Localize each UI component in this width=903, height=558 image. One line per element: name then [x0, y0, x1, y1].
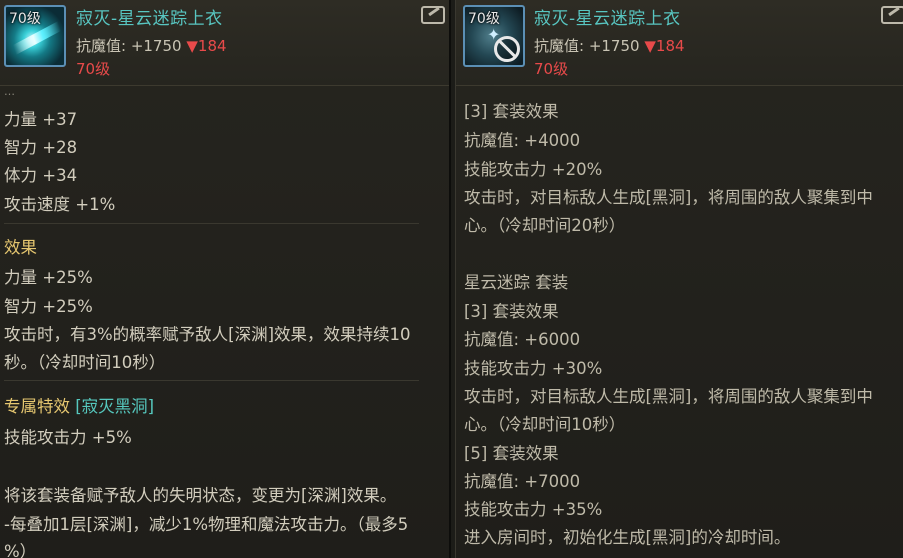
divider: [4, 380, 419, 381]
set-effect-line: 抗魔值: +4000: [464, 131, 581, 150]
effect-title: 效果: [4, 238, 37, 257]
set-effect-line: 技能攻击力 +30%: [464, 359, 603, 378]
stat-line: 攻击速度 +1%: [4, 195, 116, 214]
stat-diff: ▼184: [644, 37, 685, 55]
tooltip-header: 70级 ✦ 寂灭-星云迷踪上衣 抗魔值: +1750 ▼184 70级: [456, 0, 903, 86]
required-level: 70级: [76, 60, 111, 78]
required-level: 70级: [534, 60, 569, 78]
set-effect-line: [5] 套装效果: [464, 444, 559, 463]
exclusive-name: [寂灭黑洞]: [75, 397, 155, 416]
set-effect-line: 攻击时，对目标敌人生成[黑洞]，将周围的敌人聚集到中: [464, 188, 873, 207]
tooltip-header: 70级 寂灭-星云迷踪上衣 抗魔值: +1750 ▼184 70级: [0, 0, 449, 86]
item-tooltip-left: 70级 寂灭-星云迷踪上衣 抗魔值: +1750 ▼184 70级 … 力量 +…: [0, 0, 451, 558]
stat-line: 智力 +28: [4, 138, 78, 157]
set-effect-line: 技能攻击力 +20%: [464, 160, 603, 179]
effect-line: 秒。（冷却时间10秒）: [4, 353, 166, 372]
exclusive-line: 将该套装备赋予敌人的失明状态，变更为[深渊]效果。: [4, 486, 397, 505]
set-effect-line: [3] 套装效果: [464, 302, 559, 321]
exclusive-line: -每叠加1层[深渊]，减少1%物理和魔法攻击力。（最多5: [4, 515, 409, 534]
item-name: 寂灭-星云迷踪上衣: [534, 9, 681, 29]
stat-label: 抗魔值: +1750: [534, 37, 640, 55]
set-effect-line: 心。（冷却时间20秒）: [464, 216, 626, 235]
exclusive-line: %）: [4, 542, 37, 558]
faded-text: …: [4, 85, 15, 98]
item-tooltip-right: 70级 ✦ 寂灭-星云迷踪上衣 抗魔值: +1750 ▼184 70级 [3] …: [455, 0, 903, 558]
tooltip-body: [3] 套装效果 抗魔值: +4000 技能攻击力 +20% 攻击时，对目标敌人…: [456, 87, 903, 558]
set-effect-line: 心。（冷却时间10秒）: [464, 415, 626, 434]
magic-resist-stat: 抗魔值: +1750 ▼184: [534, 35, 685, 56]
exclusive-label: 专属特效: [4, 397, 70, 416]
share-icon[interactable]: [421, 6, 445, 24]
set-effect-line: 技能攻击力 +35%: [464, 500, 603, 519]
effect-line: 智力 +25%: [4, 297, 93, 316]
set-effect-line: 抗魔值: +6000: [464, 330, 581, 349]
level-badge: 70级: [9, 11, 41, 27]
magic-resist-stat: 抗魔值: +1750 ▼184: [76, 35, 227, 56]
effect-line: 力量 +25%: [4, 268, 93, 287]
stat-label: 抗魔值: +1750: [76, 37, 182, 55]
prohibited-icon: [494, 36, 520, 62]
stat-diff: ▼184: [186, 37, 227, 55]
divider: [4, 223, 419, 224]
exclusive-effect-heading: 专属特效 [寂灭黑洞]: [4, 393, 154, 417]
stat-line: 力量 +37: [4, 110, 78, 129]
item-name: 寂灭-星云迷踪上衣: [76, 9, 223, 29]
set-effect-line: [3] 套装效果: [464, 102, 559, 121]
set-effect-line: 攻击时，对目标敌人生成[黑洞]，将周围的敌人聚集到中: [464, 387, 873, 406]
share-icon[interactable]: [881, 6, 903, 24]
stat-line: 体力 +34: [4, 166, 78, 185]
item-icon[interactable]: 70级: [4, 5, 66, 67]
set-effect-line: 进入房间时，初始化生成[黑洞]的冷却时间。: [464, 528, 791, 547]
effect-line: 攻击时，有3%的概率赋予敌人[深渊]效果，效果持续10: [4, 325, 411, 344]
tooltip-body: … 力量 +37 智力 +28 体力 +34 攻击速度 +1% 效果 力量 +2…: [0, 85, 449, 558]
item-icon[interactable]: 70级 ✦: [463, 5, 525, 67]
set-effect-line: 抗魔值: +7000: [464, 472, 581, 491]
exclusive-line: 技能攻击力 +5%: [4, 428, 132, 447]
set-name: 星云迷踪 套装: [464, 273, 569, 292]
